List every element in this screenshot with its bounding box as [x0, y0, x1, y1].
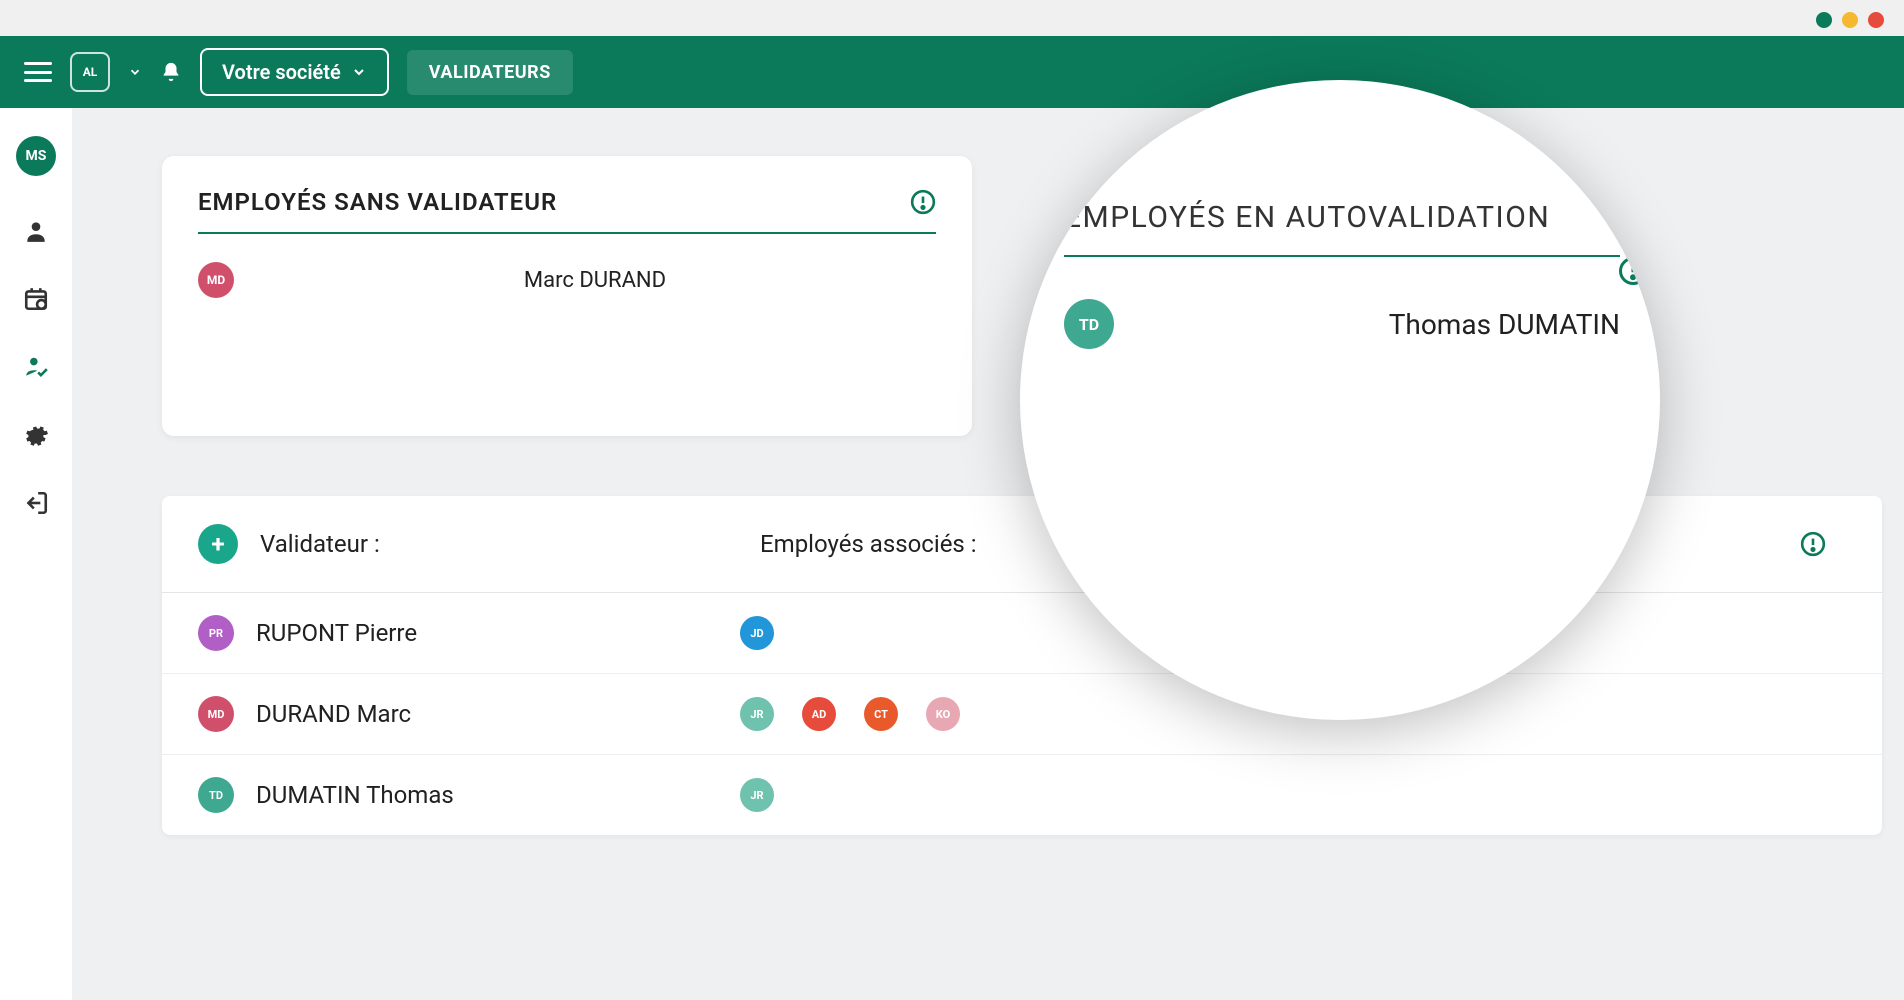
validator-row[interactable]: TD DUMATIN Thomas JR: [162, 755, 1882, 835]
employee-chip[interactable]: KO: [926, 697, 960, 731]
main-content: EMPLOYÉS SANS VALIDATEUR MD Marc DURAND …: [72, 108, 1904, 1000]
associated-employees: JD: [740, 616, 774, 650]
employee-chip[interactable]: JD: [740, 616, 774, 650]
employee-avatar: MD: [198, 262, 234, 298]
add-validator-button[interactable]: +: [198, 524, 238, 564]
employee-chip[interactable]: AD: [802, 697, 836, 731]
validator-avatar: TD: [198, 777, 234, 813]
validator-name: DURAND Marc: [256, 700, 696, 728]
validator-name: DUMATIN Thomas: [256, 781, 696, 809]
logout-icon[interactable]: [23, 490, 49, 516]
company-selector[interactable]: Votre société: [200, 48, 389, 96]
warning-icon[interactable]: [1800, 531, 1826, 557]
tab-validateurs[interactable]: VALIDATEURS: [407, 50, 573, 95]
card-title: EMPLOYÉS EN AUTOVALIDATION: [1064, 200, 1550, 235]
card-title: EMPLOYÉS SANS VALIDATEUR: [198, 188, 557, 216]
validator-avatar: MD: [198, 696, 234, 732]
validator-row[interactable]: PR RUPONT Pierre JD: [162, 593, 1882, 674]
validator-name: RUPONT Pierre: [256, 619, 696, 647]
warning-icon[interactable]: [910, 189, 936, 215]
employee-row[interactable]: MD Marc DURAND: [198, 234, 936, 298]
employee-name: Marc DURAND: [254, 268, 936, 293]
user-avatar[interactable]: MS: [16, 136, 56, 176]
warning-icon[interactable]: [1618, 256, 1648, 286]
notifications-bell-icon[interactable]: [160, 61, 182, 83]
associated-employees: JR: [740, 778, 774, 812]
magnified-card-autovalidation: EMPLOYÉS EN AUTOVALIDATION TD Thomas DUM…: [1020, 80, 1660, 720]
topbar: AL Votre société VALIDATEURS: [0, 36, 1904, 108]
validator-row[interactable]: MD DURAND Marc JR AD CT KO: [162, 674, 1882, 755]
person-icon[interactable]: [23, 218, 49, 244]
associated-employees: JR AD CT KO: [740, 697, 960, 731]
card-title-row: EMPLOYÉS EN AUTOVALIDATION: [1064, 200, 1620, 257]
employee-avatar: TD: [1064, 299, 1114, 349]
window-controls: [1816, 12, 1884, 28]
calendar-icon[interactable]: [23, 286, 49, 312]
employee-chip[interactable]: JR: [740, 697, 774, 731]
card-title-row: EMPLOYÉS SANS VALIDATEUR: [198, 188, 936, 234]
app-logo[interactable]: AL: [70, 52, 110, 92]
employee-chip[interactable]: JR: [740, 778, 774, 812]
column-header-validator: Validateur :: [260, 530, 760, 558]
sidebar: MS: [0, 108, 72, 1000]
person-check-icon[interactable]: [23, 354, 49, 380]
employee-row[interactable]: TD Thomas DUMATIN: [1064, 257, 1620, 349]
employee-chip[interactable]: CT: [864, 697, 898, 731]
validator-avatar: PR: [198, 615, 234, 651]
gear-icon[interactable]: [23, 422, 49, 448]
hamburger-menu-icon[interactable]: [24, 62, 52, 82]
card-employees-without-validator: EMPLOYÉS SANS VALIDATEUR MD Marc DURAND: [162, 156, 972, 436]
company-selector-label: Votre société: [222, 60, 341, 84]
window-close-icon[interactable]: [1868, 12, 1884, 28]
window-minimize-icon[interactable]: [1816, 12, 1832, 28]
window-maximize-icon[interactable]: [1842, 12, 1858, 28]
employee-name: Thomas DUMATIN: [1138, 308, 1620, 341]
logo-chevron-down-icon[interactable]: [128, 65, 142, 79]
chevron-down-icon: [351, 64, 367, 80]
